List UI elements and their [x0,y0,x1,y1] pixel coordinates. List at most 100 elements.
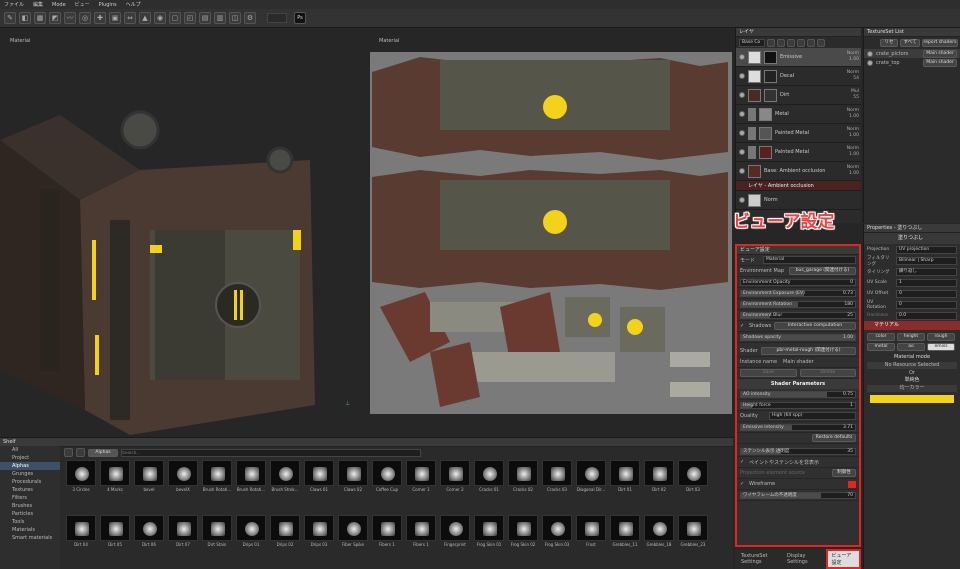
layout-icon[interactable]: ▥ [214,12,226,24]
shelf-item[interactable]: Dirt 02 [642,460,676,496]
shelf-item[interactable]: 4 Marks [98,460,132,496]
material-picker-icon[interactable]: ✚ [94,12,106,24]
shelf-item[interactable]: Drips 02 [268,514,302,551]
shelf-item[interactable]: Frog Skin 03 [540,514,574,551]
menu-help[interactable]: ヘルプ [126,1,141,8]
no-resource-button[interactable]: No Resource Selected [867,362,957,369]
category-tools[interactable]: Tools [0,518,60,526]
shelf-item[interactable]: Dirt 06 [132,514,166,551]
shelf-item[interactable]: Diagonal Dir... [574,460,608,496]
bake-icon[interactable]: ▣ [109,12,121,24]
shelf-item[interactable]: bevel [132,460,166,496]
shelf-item[interactable]: Cracks 02 [506,460,540,496]
geometry-mask-icon[interactable]: ◩ [49,12,61,24]
all-button[interactable]: すべて [900,39,920,47]
shelf-item[interactable]: Dirt 03 [676,460,710,496]
shader-params-header[interactable]: Shader Parameters [737,379,859,389]
visibility-eye-icon[interactable] [739,73,745,79]
layer-opacity[interactable]: 1.00 [843,57,859,63]
fill-section-header[interactable]: 塗りつぶし [864,233,960,244]
settings-icon[interactable]: ⚙ [244,12,256,24]
tiling-select[interactable]: 繰り返し [896,267,957,276]
ao-channel-chip[interactable]: ao [897,343,925,351]
tab-display-settings[interactable]: Display Settings [787,553,820,565]
shelf-item[interactable]: Dirt 05 [98,514,132,551]
env-map-button[interactable]: bus_garage (関連付ける) [789,267,856,275]
visibility-eye-icon[interactable] [739,111,745,117]
visibility-eye-icon[interactable] [739,149,745,155]
shelf-item[interactable]: Brush Rotati... [200,460,234,496]
emissive-intensity-slider[interactable]: Emissive intensity 3.71 [740,423,856,431]
smudge-icon[interactable]: 〰 [64,12,76,24]
visibility-eye-icon[interactable] [739,92,745,98]
instance-name-value[interactable]: Main shader [783,359,856,365]
filtering-select[interactable]: Bilinear | Sharp [896,256,957,265]
layer-row[interactable]: Emissive Norm 1.00 [736,48,861,67]
layer-effect-row[interactable]: レイヤ - Ambient occlusion [736,181,861,191]
menu-edit[interactable]: 編集 [33,1,43,8]
layer-row[interactable]: Painted Metal Norm 1.00 [736,143,861,162]
restore-defaults-button[interactable]: Restore defaults [812,434,856,442]
polygon-fill-icon[interactable]: ▲ [139,12,151,24]
menu-file[interactable]: ファイル [4,1,24,8]
textureset-row[interactable]: crate_top Main shader [864,58,960,67]
category-materials[interactable]: Materials [0,526,60,534]
category-particles[interactable]: Particles [0,510,60,518]
shelf-item[interactable]: Coffee Cup [370,460,404,496]
shelf-item[interactable]: Brush Rotati... [234,460,268,496]
shadows-checkbox-icon[interactable]: ✓ [740,323,746,329]
report-shaders-button[interactable]: report shaders [922,39,958,47]
layer-opacity[interactable]: 1.00 [843,114,859,120]
category-smart-materials[interactable]: Smart materials [0,534,60,542]
shader-button[interactable]: Main shader [923,49,957,58]
category-brushes[interactable]: Brushes [0,502,60,510]
layer-row[interactable]: Metal Norm 1.00 [736,105,861,124]
shelf-item[interactable]: Drips 01 [234,514,268,551]
shelf-item[interactable]: Fiber Spike [336,514,370,551]
height-force-slider[interactable]: Height force 1 [740,401,856,409]
clone-icon[interactable]: ◎ [79,12,91,24]
shelf-item[interactable]: Frog Skin 01 [472,514,506,551]
reset-button[interactable]: リセ [880,39,898,47]
shader-button[interactable]: Main shader [923,58,957,67]
shelf-search-input[interactable] [121,448,421,457]
view-3d-icon[interactable]: ◰ [184,12,196,24]
shelf-item[interactable]: Cracks 03 [540,460,574,496]
visibility-eye-icon[interactable] [739,197,745,203]
shelf-item[interactable]: bevelX [166,460,200,496]
category-all[interactable]: All [0,446,60,454]
add-layer-icon[interactable] [767,38,775,47]
layer-row[interactable]: Decal Norm 54 [736,67,861,86]
layer-opacity[interactable]: 1.00 [843,152,859,158]
color-swatch[interactable] [870,395,954,403]
delete-button[interactable]: Delete [799,369,856,377]
env-exposure-slider[interactable]: Environment Exposure (EV) 0.73 [740,289,856,297]
menu-view[interactable]: ビュー [75,1,90,8]
shelf-item[interactable]: Dirt 04 [64,514,98,551]
layer-opacity[interactable]: 1.00 [843,171,859,177]
color-channel-chip[interactable]: color [867,333,895,341]
emiss-channel-chip[interactable]: emiss [927,343,955,351]
shelf-item[interactable]: Fibers 1 [404,514,438,551]
ao-intensity-slider[interactable]: AO intensity 0.75 [740,390,856,398]
shelf-item[interactable]: Grebbles_23 [676,514,710,551]
wireframe-opacity-slider[interactable]: ワイヤフレームの不透明度 70 [740,491,856,499]
metal-channel-chip[interactable]: metal [867,343,895,351]
visibility-eye-icon[interactable] [739,54,745,60]
shelf-item[interactable]: Drips 03 [302,514,336,551]
quality-select[interactable]: High (64 spp) [769,412,856,420]
photoshop-export-button[interactable]: Ps [294,12,306,24]
projection-select[interactable]: UV projection [896,245,957,254]
render-icon[interactable]: ◫ [229,12,241,24]
visibility-eye-icon[interactable] [867,50,873,57]
shelf-item[interactable]: Frost [574,514,608,551]
shelf-item[interactable]: Claws 02 [336,460,370,496]
wireframe-checkbox[interactable]: ✓ [740,481,746,487]
shelf-item[interactable]: Fibers 1 [370,514,404,551]
visibility-eye-icon[interactable] [739,168,745,174]
shader-select[interactable]: pbr-metal-rough (関連付ける) [761,347,856,355]
visibility-eye-icon[interactable] [867,59,873,66]
filter-tag[interactable]: Alphas [88,448,118,457]
layer-opacity[interactable]: 54 [843,76,859,82]
shelf-item[interactable]: Dirt 01 [608,460,642,496]
